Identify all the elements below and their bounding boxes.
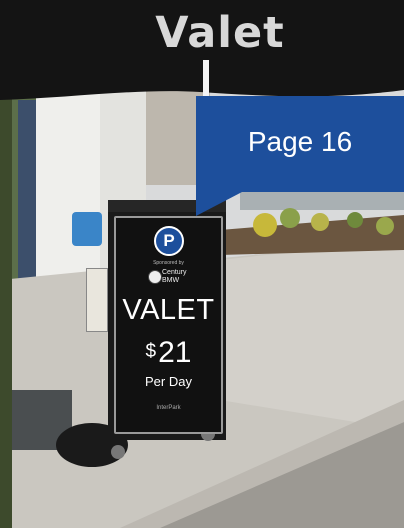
price-period: Per Day xyxy=(145,374,192,389)
sign-headline: VALET xyxy=(122,294,215,326)
valet-sign: P Sponsored by Century BMW VALET $21 Per… xyxy=(114,216,223,434)
price-value: 21 xyxy=(158,336,192,369)
sign-price: $21 xyxy=(116,336,221,370)
podium-sticker xyxy=(86,268,108,332)
currency-symbol: $ xyxy=(145,341,157,362)
key-holder xyxy=(72,212,102,246)
page-badge-label: Page 16 xyxy=(247,126,353,157)
page-badge: Page 16 xyxy=(196,96,404,192)
parking-icon: P xyxy=(154,226,184,256)
photo-scene: Valet P Sponsored by Century BMW VALET $… xyxy=(0,0,404,528)
sponsor-brand: Century BMW xyxy=(162,269,187,284)
bmw-logo-icon xyxy=(148,270,162,284)
umbrella-valet-text: Valet xyxy=(155,8,285,58)
sponsor-line: Sponsored by xyxy=(153,260,184,266)
operator-logo: InterPark xyxy=(156,405,181,411)
page-badge-pointer xyxy=(196,192,242,216)
